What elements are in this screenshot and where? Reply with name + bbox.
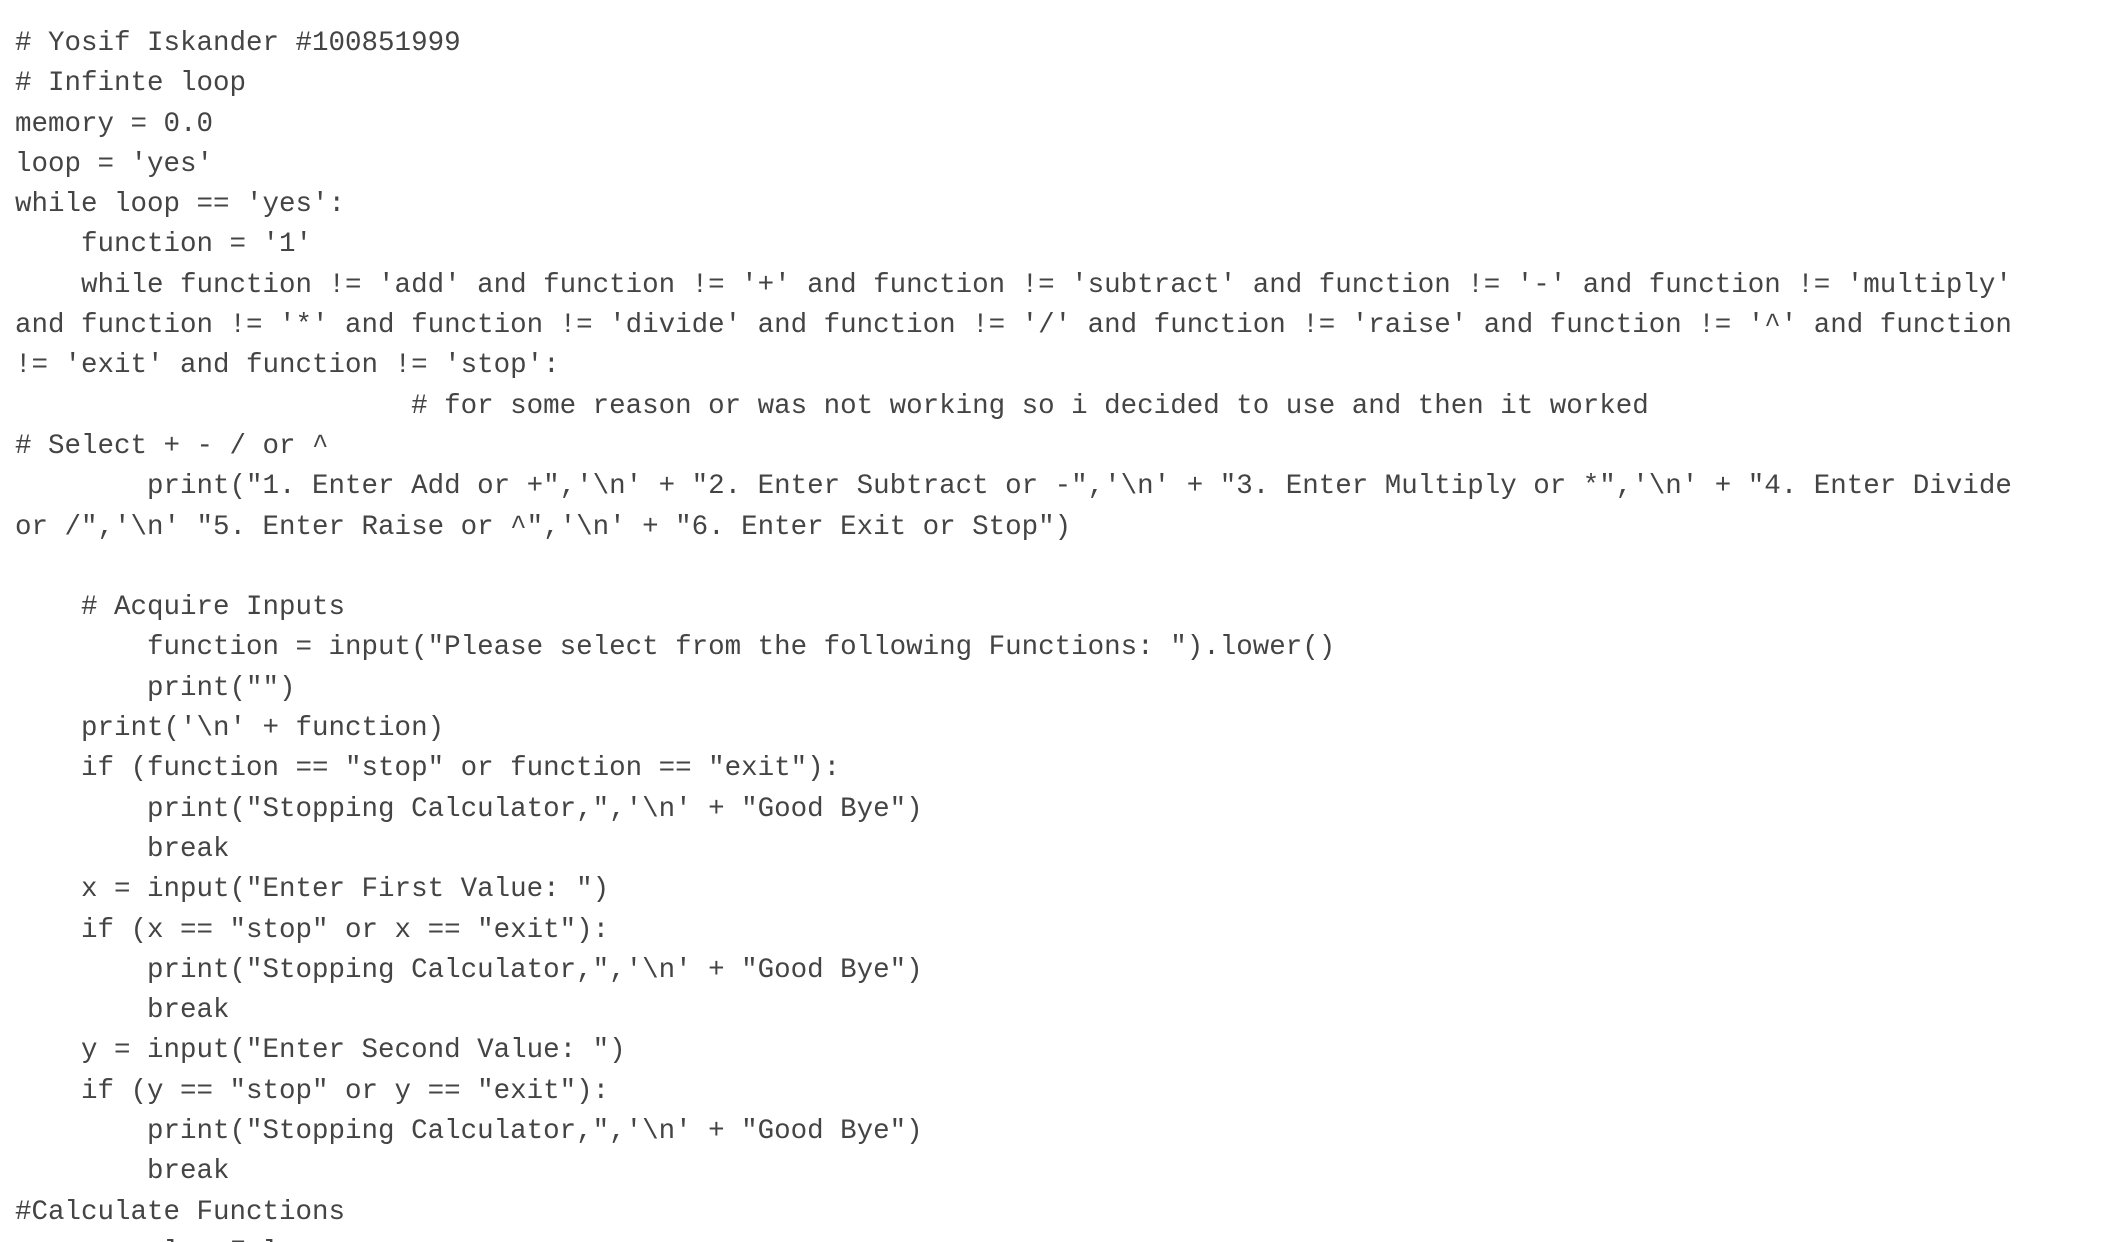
comment-author: # Yosif Iskander #100851999 (15, 28, 461, 59)
code-if-y-stop: if (y == "stop" or y == "exit"): (15, 1075, 610, 1107)
comment-acquire-inputs: # Acquire Inputs (15, 592, 346, 624)
code-if-x-stop: if (x == "stop" or x == "exit"): (15, 914, 610, 946)
code-while-function-cont-1: and function != '*' and function != 'div… (15, 310, 2012, 342)
code-loop-init: loop = 'yes' (15, 148, 214, 180)
code-print-function: print('\n' + function) (15, 713, 445, 745)
code-cancel-init: cancel = False (0, 1233, 2116, 1242)
comment-reason: # for some reason or was not working so … (15, 390, 1649, 422)
code-while-function: while function != 'add' and function != … (15, 269, 2012, 301)
code-input-y: y = input("Enter Second Value: ") (15, 1035, 626, 1067)
code-if-function-stop: if (function == "stop" or function == "e… (15, 753, 841, 785)
code-print-stopping-2: print("Stopping Calculator,",'\n' + "Goo… (15, 954, 923, 986)
code-function-init: function = '1' (15, 229, 313, 261)
code-document: # Yosif Iskander #100851999 # Infinte loo… (0, 24, 2116, 1242)
code-break-3: break (15, 1156, 230, 1188)
comment-select: # Select + - / or ^ (15, 430, 329, 462)
code-memory-init: memory = 0.0 (15, 108, 214, 140)
code-break-2: break (15, 995, 230, 1027)
code-print-stopping-1: print("Stopping Calculator,",'\n' + "Goo… (15, 793, 923, 825)
code-break-1: break (15, 833, 230, 865)
code-print-menu-cont: or /",'\n' "5. Enter Raise or ^",'\n' + … (15, 511, 1072, 543)
code-while-loop: while loop == 'yes': (15, 189, 346, 221)
code-while-function-cont-2: != 'exit' and function != 'stop': (15, 350, 560, 382)
code-input-function: function = input("Please select from the… (15, 632, 1336, 664)
comment-calculate: #Calculate Functions (15, 1196, 346, 1228)
code-print-stopping-3: print("Stopping Calculator,",'\n' + "Goo… (15, 1116, 923, 1148)
code-print-menu: print("1. Enter Add or +",'\n' + "2. Ent… (15, 471, 2012, 503)
code-input-x: x = input("Enter First Value: ") (15, 874, 610, 906)
comment-infinite-loop: # Infinte loop (15, 68, 247, 100)
code-print-empty: print("") (15, 672, 296, 704)
